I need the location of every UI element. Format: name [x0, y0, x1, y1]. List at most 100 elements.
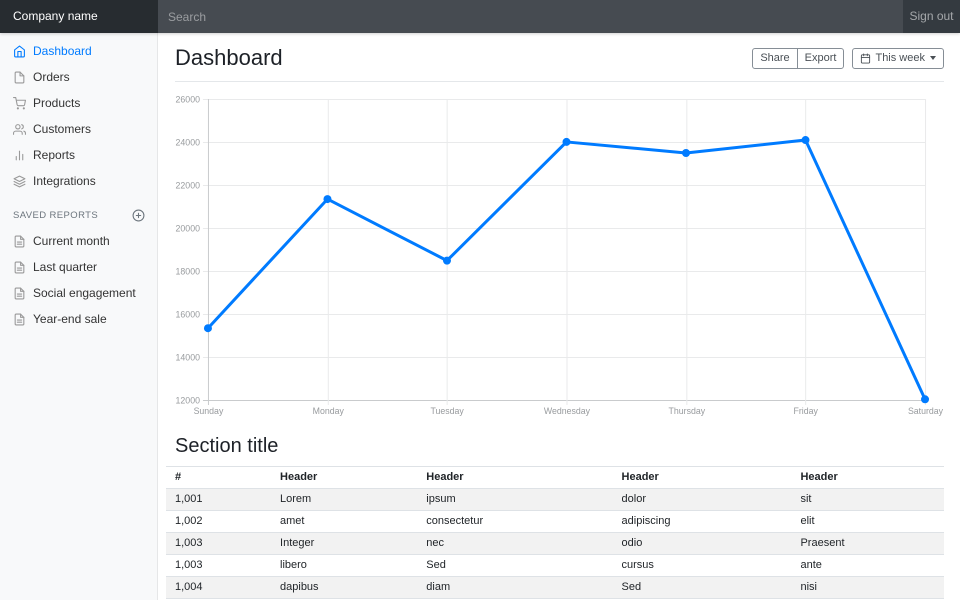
- table-row: 1,003 Integer nec odio Praesent: [166, 533, 944, 555]
- sidebar-item-year-end-sale[interactable]: Year-end sale: [0, 306, 158, 332]
- table-cell: consectetur: [417, 511, 612, 533]
- table-header-cell: Header: [613, 467, 792, 489]
- data-table: # Header Header Header Header 1,001 Lore…: [166, 466, 944, 599]
- sidebar-item-customers[interactable]: Customers: [0, 116, 158, 142]
- file-text-icon: [13, 313, 26, 326]
- sidebar-item-products[interactable]: Products: [0, 90, 158, 116]
- table-cell: dapibus: [271, 577, 417, 599]
- week-dropdown-button[interactable]: This week: [852, 48, 944, 69]
- svg-text:12000: 12000: [176, 395, 201, 405]
- main-content: Dashboard Share Export This week 12000 14…: [158, 33, 960, 599]
- section-title: Section title: [175, 435, 944, 458]
- search-input[interactable]: [158, 0, 903, 33]
- svg-text:Tuesday: Tuesday: [430, 406, 464, 416]
- page-header: Dashboard Share Export This week: [175, 33, 944, 82]
- chart-container: 12000 14000 16000 18000 20000 22000 24000 26000…: [175, 91, 944, 421]
- sidebar-item-label: Orders: [33, 70, 70, 84]
- svg-text:Friday: Friday: [793, 406, 818, 416]
- search-container: [158, 0, 903, 33]
- plus-circle-icon[interactable]: [132, 209, 145, 222]
- svg-text:22000: 22000: [176, 180, 201, 190]
- sidebar-item-label: Reports: [33, 148, 75, 162]
- sidebar-item-integrations[interactable]: Integrations: [0, 168, 158, 194]
- layers-icon: [13, 175, 26, 188]
- svg-text:Sunday: Sunday: [194, 406, 224, 416]
- table-cell: cursus: [613, 555, 792, 577]
- page-title: Dashboard: [175, 45, 283, 71]
- table-cell: amet: [271, 511, 417, 533]
- table-cell: 1,003: [166, 555, 271, 577]
- table-row: 1,004 dapibus diam Sed nisi: [166, 577, 944, 599]
- svg-text:Thursday: Thursday: [669, 406, 706, 416]
- table-cell: dolor: [613, 489, 792, 511]
- table-cell: 1,003: [166, 533, 271, 555]
- file-text-icon: [13, 235, 26, 248]
- sidebar-item-label: Social engagement: [33, 286, 136, 300]
- saved-reports-heading: Saved reports: [13, 210, 98, 221]
- table-cell: nec: [417, 533, 612, 555]
- file-text-icon: [13, 287, 26, 300]
- sidebar-item-label: Customers: [33, 122, 91, 136]
- table-header-cell: Header: [417, 467, 612, 489]
- table-cell: Lorem: [271, 489, 417, 511]
- table-row: 1,003 libero Sed cursus ante: [166, 555, 944, 577]
- share-export-button-group: Share Export: [752, 48, 844, 69]
- table-cell: adipiscing: [613, 511, 792, 533]
- table-cell: Praesent: [791, 533, 944, 555]
- sidebar-item-social-engagement[interactable]: Social engagement: [0, 280, 158, 306]
- table-cell: ante: [791, 555, 944, 577]
- sidebar: Dashboard Orders Products Customers Repo…: [0, 33, 158, 600]
- home-icon: [13, 45, 26, 58]
- table-body: 1,001 Lorem ipsum dolor sit 1,002 amet c…: [166, 489, 944, 599]
- svg-text:16000: 16000: [176, 309, 201, 319]
- week-dropdown-label: This week: [875, 52, 925, 65]
- users-icon: [13, 123, 26, 136]
- table-head: # Header Header Header Header: [166, 467, 944, 489]
- table-cell: nisi: [791, 577, 944, 599]
- brand[interactable]: Company name: [0, 0, 158, 33]
- sidebar-item-label: Products: [33, 96, 80, 110]
- weekly-sales-line-chart: 12000 14000 16000 18000 20000 22000 24000 26000…: [175, 91, 944, 421]
- sidebar-item-last-quarter[interactable]: Last quarter: [0, 254, 158, 280]
- sidebar-item-label: Last quarter: [33, 260, 97, 274]
- svg-text:18000: 18000: [176, 266, 201, 276]
- sidebar-item-dashboard[interactable]: Dashboard: [0, 38, 158, 64]
- table-header-cell: Header: [791, 467, 944, 489]
- svg-text:Wednesday: Wednesday: [544, 406, 591, 416]
- calendar-icon: [860, 53, 871, 64]
- table-cell: ipsum: [417, 489, 612, 511]
- sidebar-item-current-month[interactable]: Current month: [0, 228, 158, 254]
- sidebar-item-orders[interactable]: Orders: [0, 64, 158, 90]
- bar-chart-icon: [13, 149, 26, 162]
- sign-out-link[interactable]: Sign out: [903, 0, 960, 33]
- svg-text:Monday: Monday: [313, 406, 345, 416]
- table-row: 1,001 Lorem ipsum dolor sit: [166, 489, 944, 511]
- table-row: 1,002 amet consectetur adipiscing elit: [166, 511, 944, 533]
- sidebar-item-reports[interactable]: Reports: [0, 142, 158, 168]
- table-cell: Sed: [613, 577, 792, 599]
- table-cell: 1,002: [166, 511, 271, 533]
- table-cell: odio: [613, 533, 792, 555]
- file-icon: [13, 71, 26, 84]
- svg-text:24000: 24000: [176, 137, 201, 147]
- shopping-cart-icon: [13, 97, 26, 110]
- sidebar-item-label: Current month: [33, 234, 110, 248]
- file-text-icon: [13, 261, 26, 274]
- svg-text:14000: 14000: [176, 352, 201, 362]
- table-cell: sit: [791, 489, 944, 511]
- svg-text:26000: 26000: [176, 94, 201, 104]
- svg-text:Saturday: Saturday: [908, 406, 944, 416]
- sidebar-item-label: Year-end sale: [33, 312, 107, 326]
- sidebar-item-label: Dashboard: [33, 44, 92, 58]
- table-cell: Integer: [271, 533, 417, 555]
- svg-text:20000: 20000: [176, 223, 201, 233]
- export-button[interactable]: Export: [797, 48, 845, 69]
- table-header-row: # Header Header Header Header: [166, 467, 944, 489]
- saved-reports-header: Saved reports: [0, 194, 158, 228]
- share-button[interactable]: Share: [752, 48, 797, 69]
- table-header-cell: Header: [271, 467, 417, 489]
- table-cell: Sed: [417, 555, 612, 577]
- table-header-cell: #: [166, 467, 271, 489]
- table-cell: diam: [417, 577, 612, 599]
- table-cell: 1,004: [166, 577, 271, 599]
